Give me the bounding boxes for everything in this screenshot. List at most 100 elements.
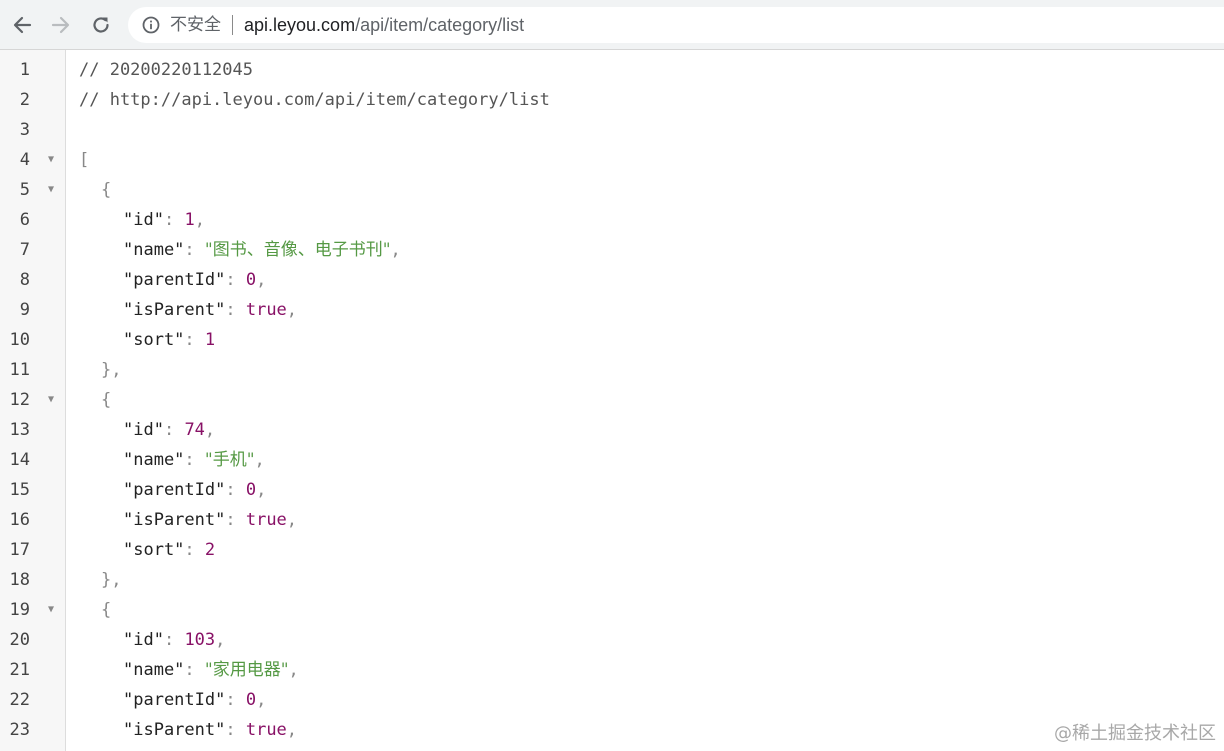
line-number: 17 [9,540,30,560]
line-number: 9 [19,300,30,320]
fold-toggle-icon[interactable]: ▼ [45,175,57,205]
reload-button[interactable] [86,10,116,40]
code-token: , [256,690,267,710]
code-token: [ [79,150,90,170]
code-text: "name": "手机", [79,445,265,475]
code-line: 4 ▼ [ [0,145,1224,175]
code-token: : [225,300,246,320]
line-number: 14 [9,450,30,470]
line-number: 8 [19,270,30,290]
code-token: { [101,390,112,410]
code-token: 74 [184,420,205,440]
line-number: 12 [9,390,30,410]
line-number: 3 [19,120,30,140]
code-line: 8 "parentId": 0, [0,265,1224,295]
line-number: 11 [9,360,30,380]
line-number: 15 [9,480,30,500]
code-text: { [79,175,111,205]
code-token: : [163,630,185,650]
code-line: 14 "name": "手机", [0,445,1224,475]
code-token: : [184,450,205,470]
arrow-left-icon [13,16,32,34]
code-token: "图书、音像、电子书刊" [204,240,391,260]
code-line: 7 "name": "图书、音像、电子书刊", [0,235,1224,265]
code-token: "name" [123,240,185,260]
fold-toggle-icon[interactable]: ▼ [45,595,57,625]
code-token: 1 [204,330,216,350]
line-number: 16 [9,510,30,530]
info-icon[interactable] [142,16,160,34]
code-text: "id": 1, [79,205,205,235]
code-token: "家用电器" [204,660,289,680]
code-token: , [390,240,401,260]
code-token: { [101,180,112,200]
code-line: 6 "id": 1, [0,205,1224,235]
security-label[interactable]: 不安全 [170,15,221,35]
code-text: "sort": 2 [79,535,215,565]
code-text: "name": "家用电器", [79,655,299,685]
separator [232,15,233,35]
fold-toggle-icon[interactable]: ▼ [45,385,57,415]
line-number: 20 [9,630,30,650]
code-token: , [204,420,216,440]
code-token: , [286,510,298,530]
code-line: 3 [0,115,1224,145]
code-token: }, [101,570,122,590]
code-token: : [225,720,246,740]
code-line: 15 "parentId": 0, [0,475,1224,505]
code-line: 13 "id": 74, [0,415,1224,445]
code-line: 19 ▼ { [0,595,1224,625]
reload-icon [93,17,109,33]
code-token: "name" [123,450,185,470]
code-text: "isParent": true, [79,715,297,745]
code-token: : [163,210,185,230]
code-token: 2 [204,540,216,560]
address-bar[interactable]: 不安全 api.leyou.com/api/item/category/list [128,7,1224,43]
code-text: }, [79,565,121,595]
line-number: 19 [9,600,30,620]
code-token: true [245,300,287,320]
line-number: 23 [9,720,30,740]
code-text: }, [79,355,121,385]
code-token: : [225,270,246,290]
code-token: : [225,480,246,500]
code-token: "name" [123,660,185,680]
code-token: 0 [245,480,257,500]
code-token: "sort" [123,330,185,350]
line-number: 4 [19,150,30,170]
code-token: : [184,540,205,560]
code-text: { [79,385,111,415]
url-path: /api/item/category/list [355,15,525,35]
code-line: 1 // 20200220112045 [0,55,1224,85]
code-token: : [163,420,185,440]
code-token: "id" [123,420,164,440]
code-line: 16 "isParent": true, [0,505,1224,535]
watermark: @稀土掘金技术社区 [1054,723,1216,744]
code-token: "parentId" [123,480,226,500]
code-text: // http://api.leyou.com/api/item/categor… [79,85,550,115]
code-token: "id" [123,630,164,650]
code-token: 1 [184,210,195,230]
code-text: "id": 74, [79,415,215,445]
code-token: , [286,720,298,740]
line-number: 13 [9,420,30,440]
code-lines: 1 // 20200220112045 2 // http://api.leyou.c… [0,55,1224,745]
forward-button[interactable] [46,10,76,40]
code-line: 10 "sort": 1 [0,325,1224,355]
code-token: { [101,600,112,620]
line-number: 6 [19,210,30,230]
code-token: 103 [184,630,216,650]
code-token: , [288,660,299,680]
line-number: 2 [19,90,30,110]
code-line: 18}, [0,565,1224,595]
back-button[interactable] [7,10,37,40]
fold-toggle-icon[interactable]: ▼ [45,145,57,175]
code-text: [ [79,145,89,175]
code-token: : [225,690,246,710]
browser-toolbar: 不安全 api.leyou.com/api/item/category/list [0,0,1224,50]
url-text[interactable]: api.leyou.com/api/item/category/list [244,15,524,35]
code-token: "id" [123,210,164,230]
code-text: "name": "图书、音像、电子书刊", [79,235,401,265]
line-number: 21 [9,660,30,680]
arrow-right-icon [51,16,70,34]
